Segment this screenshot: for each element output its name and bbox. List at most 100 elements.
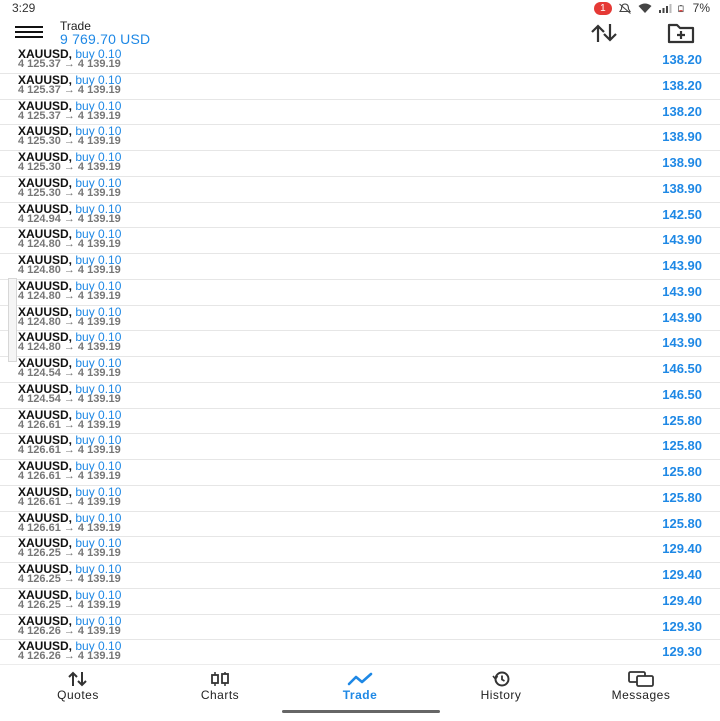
nav-history[interactable]: History (441, 671, 561, 702)
position-profit: 125.80 (662, 438, 702, 454)
position-prices: 4 126.61 → 4 139.19 (18, 444, 121, 457)
menu-icon[interactable] (15, 26, 43, 38)
position-prices: 4 126.26 → 4 139.19 (18, 650, 121, 663)
position-row[interactable]: XAUUSD, buy 0.10 4 125.37 → 4 139.19 138.2… (0, 73, 720, 100)
position-profit: 125.80 (662, 412, 702, 428)
nav-label-trade: Trade (342, 688, 378, 702)
history-clock-icon (492, 671, 510, 687)
scroll-handle[interactable] (8, 278, 17, 362)
position-row[interactable]: XAUUSD, buy 0.10 4 126.25 → 4 139.19 129.4… (0, 588, 720, 615)
new-order-icon[interactable] (666, 20, 696, 44)
bell-off-icon (618, 2, 631, 14)
position-row[interactable]: XAUUSD, buy 0.10 4 126.26 → 4 139.19 129.3… (0, 614, 720, 641)
position-profit: 143.90 (662, 283, 702, 299)
signal-icon (658, 3, 672, 13)
position-row[interactable]: XAUUSD, buy 0.10 4 125.30 → 4 139.19 138.9… (0, 150, 720, 177)
status-icons: 1 7% (594, 1, 710, 15)
position-row[interactable]: XAUUSD, buy 0.10 4 126.26 → 4 139.19 129.3… (0, 639, 720, 666)
status-time: 3:29 (12, 1, 36, 15)
position-prices: 4 126.61 → 4 139.19 (18, 495, 121, 508)
position-prices: 4 125.37 → 4 139.19 (18, 109, 121, 122)
position-row[interactable]: XAUUSD, buy 0.10 4 124.54 → 4 139.19 146.5… (0, 356, 720, 383)
position-row[interactable]: XAUUSD, buy 0.10 4 126.25 → 4 139.19 129.4… (0, 536, 720, 563)
charts-candles-icon (211, 672, 229, 686)
position-prices: 4 126.25 → 4 139.19 (18, 598, 121, 611)
position-prices: 4 126.61 → 4 139.19 (18, 418, 121, 431)
position-prices: 4 126.25 → 4 139.19 (18, 547, 121, 560)
position-prices: 4 125.30 → 4 139.19 (18, 135, 121, 148)
app-bar: Trade 9 769.70 USD (0, 16, 720, 48)
position-profit: 138.20 (662, 77, 702, 93)
battery-percent: 7% (692, 1, 710, 15)
position-prices: 4 124.54 → 4 139.19 (18, 392, 121, 405)
position-profit: 125.80 (662, 515, 702, 531)
position-row[interactable]: XAUUSD, buy 0.10 4 124.80 → 4 139.19 143.9… (0, 227, 720, 254)
nav-quotes[interactable]: Quotes (18, 671, 138, 702)
quotes-arrows-icon (68, 671, 87, 687)
position-profit: 125.80 (662, 489, 702, 505)
position-prices: 4 124.54 → 4 139.19 (18, 367, 121, 379)
sort-icon[interactable] (588, 22, 622, 44)
nav-label-charts: Charts (200, 688, 240, 702)
position-prices: 4 125.30 → 4 139.19 (18, 186, 121, 199)
nav-label-quotes: Quotes (57, 688, 99, 702)
position-profit: 138.20 (662, 52, 702, 67)
positions-list: XAUUSD, buy 0.10 4 125.37 → 4 139.19 138.2… (0, 47, 720, 666)
position-row[interactable]: XAUUSD, buy 0.10 4 124.80 → 4 139.19 143.9… (0, 279, 720, 306)
position-profit: 129.40 (662, 592, 702, 608)
position-row[interactable]: XAUUSD, buy 0.10 4 124.80 → 4 139.19 143.9… (0, 330, 720, 357)
position-prices: 4 126.26 → 4 139.19 (18, 624, 121, 637)
position-profit: 143.90 (662, 232, 702, 248)
position-prices: 4 126.61 → 4 139.19 (18, 521, 121, 534)
position-row[interactable]: XAUUSD, buy 0.10 4 124.94 → 4 139.19 142.5… (0, 202, 720, 229)
position-row[interactable]: XAUUSD, buy 0.10 4 126.61 → 4 139.19 125.8… (0, 485, 720, 512)
position-prices: 4 124.80 → 4 139.19 (18, 238, 121, 251)
position-profit: 138.90 (662, 129, 702, 145)
position-row[interactable]: XAUUSD, buy 0.10 4 125.37 → 4 139.19 138.2… (0, 47, 720, 74)
position-profit: 129.40 (662, 541, 702, 557)
position-prices: 4 126.25 → 4 139.19 (18, 573, 121, 585)
status-bar: 3:29 1 7% (0, 0, 720, 16)
messages-chat-icon (628, 671, 654, 687)
position-prices: 4 125.37 → 4 139.19 (18, 58, 121, 70)
position-profit: 125.80 (662, 464, 702, 479)
battery-icon (677, 4, 684, 12)
trade-line-icon (347, 672, 373, 686)
position-prices: 4 125.30 → 4 139.19 (18, 161, 121, 173)
account-balance: 9 769.70 USD (60, 31, 151, 47)
position-prices: 4 124.80 → 4 139.19 (18, 264, 121, 276)
position-profit: 129.40 (662, 567, 702, 582)
position-row[interactable]: XAUUSD, buy 0.10 4 126.25 → 4 139.19 129.4… (0, 562, 720, 589)
position-profit: 146.50 (662, 386, 702, 402)
nav-charts[interactable]: Charts (160, 671, 280, 702)
position-profit: 129.30 (662, 644, 702, 660)
position-row[interactable]: XAUUSD, buy 0.10 4 125.37 → 4 139.19 138.2… (0, 99, 720, 126)
position-prices: 4 124.80 → 4 139.19 (18, 315, 121, 328)
position-prices: 4 125.37 → 4 139.19 (18, 83, 121, 96)
position-row[interactable]: XAUUSD, buy 0.10 4 124.80 → 4 139.19 143.9… (0, 305, 720, 332)
position-prices: 4 124.80 → 4 139.19 (18, 289, 121, 302)
position-profit: 138.20 (662, 103, 702, 119)
position-prices: 4 126.61 → 4 139.19 (18, 470, 121, 482)
position-prices: 4 124.80 → 4 139.19 (18, 341, 121, 354)
position-row[interactable]: XAUUSD, buy 0.10 4 126.61 → 4 139.19 125.8… (0, 408, 720, 435)
position-row[interactable]: XAUUSD, buy 0.10 4 126.61 → 4 139.19 125.8… (0, 511, 720, 538)
position-profit: 129.30 (662, 618, 702, 634)
position-profit: 143.90 (662, 258, 702, 273)
position-profit: 138.90 (662, 180, 702, 196)
position-row[interactable]: XAUUSD, buy 0.10 4 124.54 → 4 139.19 146.5… (0, 382, 720, 409)
position-row[interactable]: XAUUSD, buy 0.10 4 124.80 → 4 139.19 143.9… (0, 253, 720, 280)
nav-messages[interactable]: Messages (581, 671, 701, 702)
position-row[interactable]: XAUUSD, buy 0.10 4 126.61 → 4 139.19 125.8… (0, 433, 720, 460)
nav-label-history: History (480, 688, 522, 702)
position-profit: 138.90 (662, 155, 702, 170)
home-indicator (282, 710, 440, 713)
position-prices: 4 124.94 → 4 139.19 (18, 212, 121, 225)
nav-trade[interactable]: Trade (300, 671, 420, 702)
nav-label-messages: Messages (611, 688, 671, 702)
position-profit: 143.90 (662, 335, 702, 351)
position-row[interactable]: XAUUSD, buy 0.10 4 125.30 → 4 139.19 138.9… (0, 176, 720, 203)
position-row[interactable]: XAUUSD, buy 0.10 4 125.30 → 4 139.19 138.9… (0, 124, 720, 151)
position-profit: 146.50 (662, 361, 702, 376)
position-row[interactable]: XAUUSD, buy 0.10 4 126.61 → 4 139.19 125.8… (0, 459, 720, 486)
